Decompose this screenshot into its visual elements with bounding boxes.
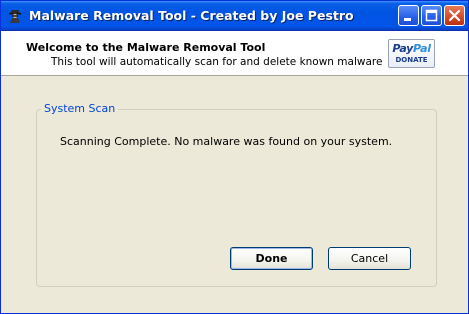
minimize-icon <box>404 18 411 21</box>
minimize-button[interactable] <box>398 5 419 26</box>
spy-figure-icon[interactable] <box>7 7 23 23</box>
close-button[interactable] <box>444 5 465 26</box>
donate-label: DONATE <box>395 56 428 64</box>
header-title: Welcome to the Malware Removal Tool <box>26 41 266 54</box>
paypal-logo: PayPal <box>389 42 434 55</box>
header-subtitle: This tool will automatically scan for an… <box>51 56 383 68</box>
app-window: Malware Removal Tool - Created by Joe Pe… <box>0 0 469 314</box>
welcome-header: Welcome to the Malware Removal Tool This… <box>1 31 468 76</box>
window-title: Malware Removal Tool - Created by Joe Pe… <box>29 8 354 23</box>
title-bar[interactable]: Malware Removal Tool - Created by Joe Pe… <box>1 1 468 31</box>
group-label: System Scan <box>41 102 119 115</box>
maximize-button[interactable] <box>421 5 442 26</box>
done-button[interactable]: Done <box>230 247 313 270</box>
close-icon <box>448 9 461 22</box>
paypal-donate-button[interactable]: PayPal DONATE <box>388 39 435 68</box>
paypal-logo-pay: Pay <box>392 42 414 55</box>
scan-status-text: Scanning Complete. No malware was found … <box>60 135 393 148</box>
maximize-icon <box>425 9 438 22</box>
paypal-logo-pal: Pal <box>413 42 431 55</box>
cancel-button[interactable]: Cancel <box>328 247 411 270</box>
